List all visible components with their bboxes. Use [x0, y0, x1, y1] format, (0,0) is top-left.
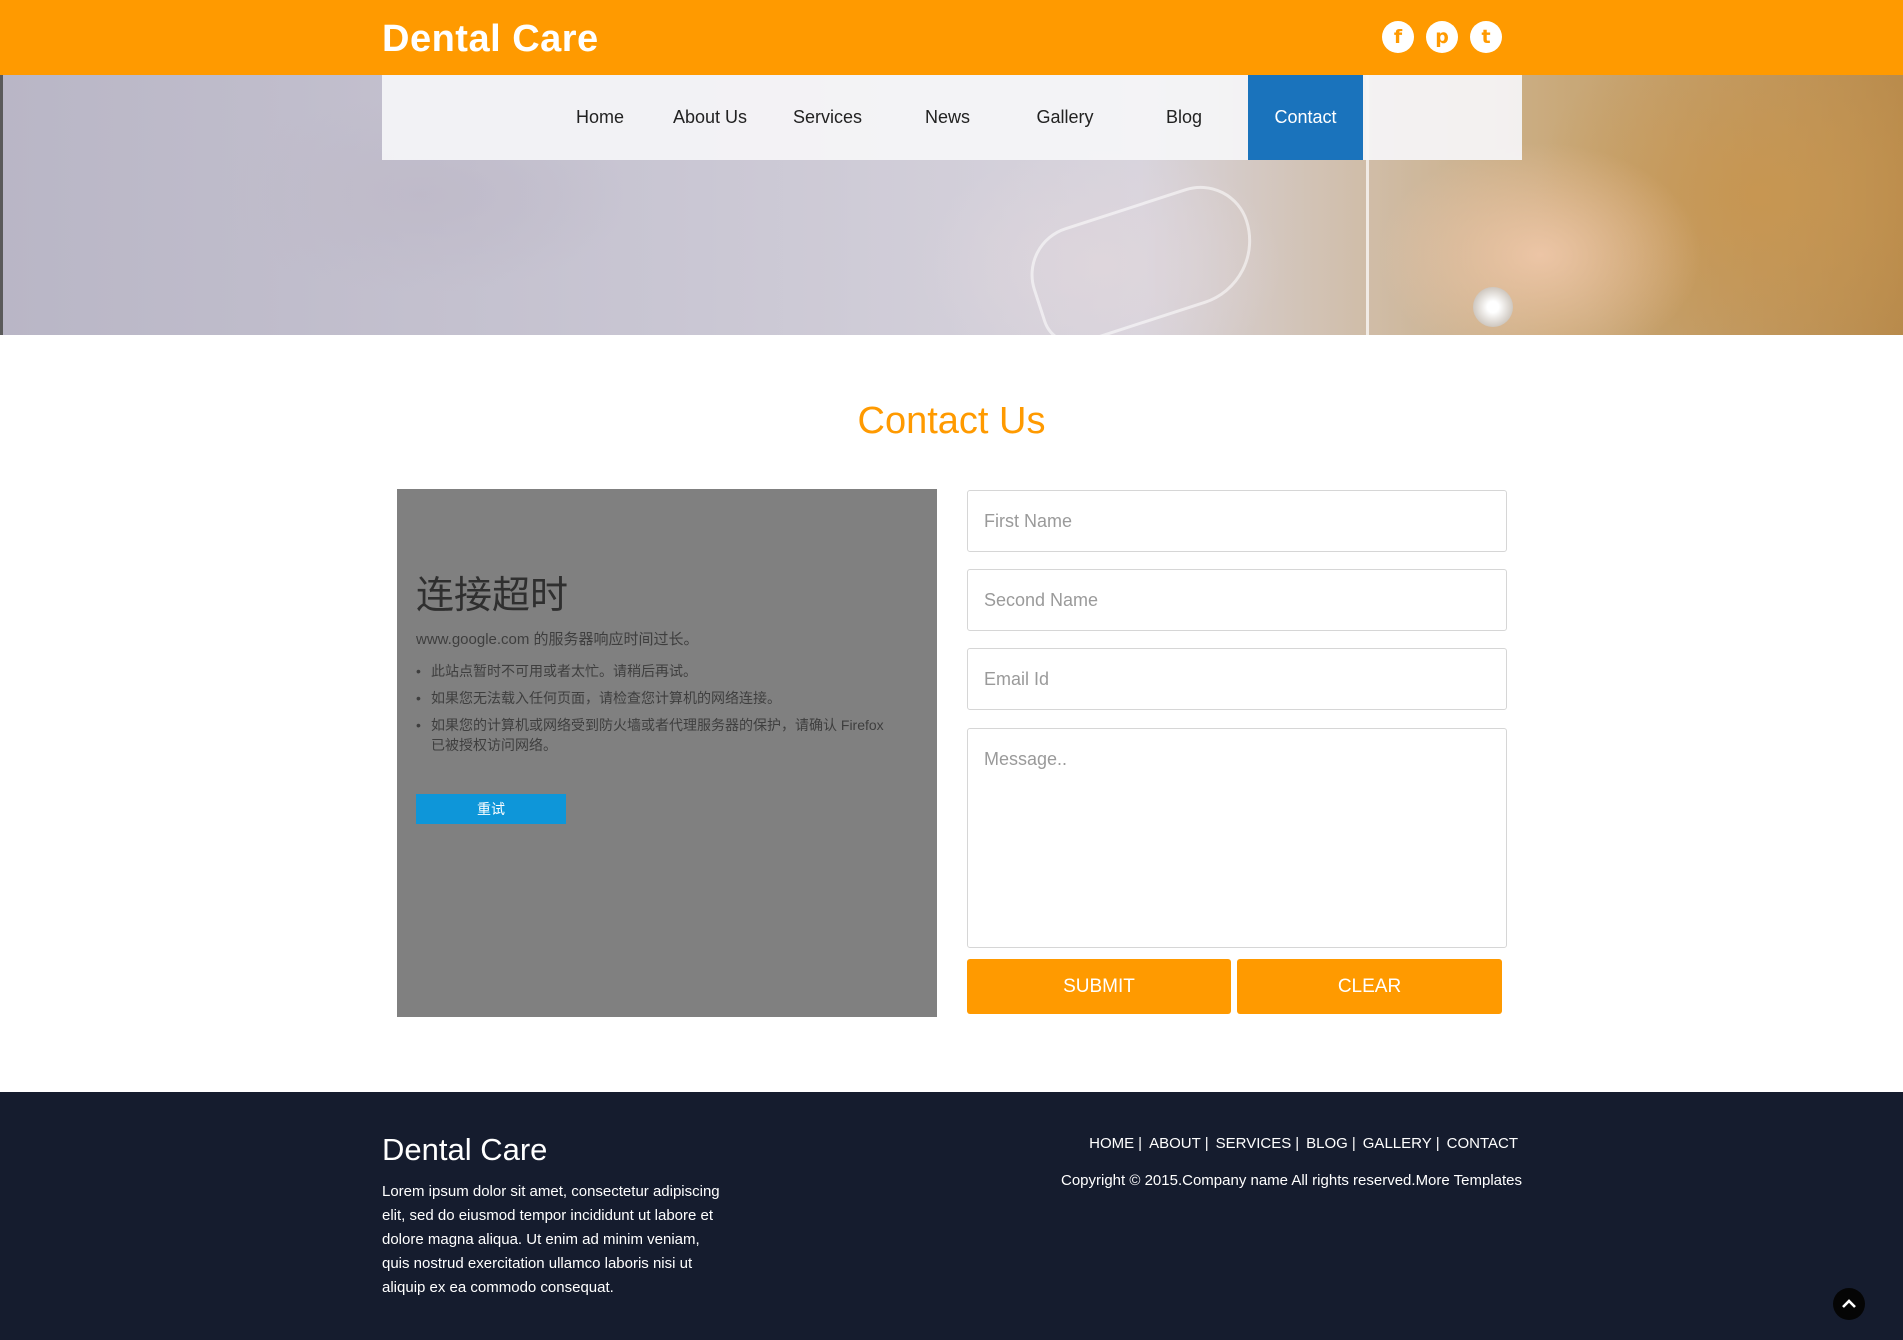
- submit-button[interactable]: SUBMIT: [967, 959, 1231, 1014]
- arrow-up-icon: [1842, 1299, 1856, 1308]
- main-nav: Home About Us Services News Gallery Blog…: [382, 75, 1522, 160]
- site-logo[interactable]: Dental Care: [382, 18, 599, 61]
- nav-blog[interactable]: Blog: [1120, 75, 1248, 160]
- arrow-up-icon[interactable]: [1833, 1288, 1865, 1320]
- list-item: 此站点暂时不可用或者太忙。请稍后再试。: [416, 661, 896, 681]
- first-name-field[interactable]: [967, 490, 1507, 552]
- nav-contact[interactable]: Contact: [1248, 75, 1363, 160]
- twitter-icon[interactable]: t: [1470, 21, 1502, 53]
- more-templates-link[interactable]: More Templates: [1416, 1172, 1522, 1189]
- facebook-icon[interactable]: f: [1382, 21, 1414, 53]
- list-item: 如果您的计算机或网络受到防火墙或者代理服务器的保护，请确认 Firefox 已被…: [416, 715, 896, 755]
- footer-link-services[interactable]: SERVICES: [1216, 1135, 1292, 1152]
- top-header: [0, 0, 1903, 75]
- map-frame: 连接超时 www.google.com 的服务器响应时间过长。 此站点暂时不可用…: [397, 489, 937, 1017]
- hero-decoration: [1473, 287, 1513, 327]
- footer-link-about[interactable]: ABOUT: [1149, 1135, 1201, 1152]
- list-item: 如果您无法载入任何页面，请检查您计算机的网络连接。: [416, 688, 896, 708]
- separator: |: [1138, 1135, 1143, 1152]
- nav-news[interactable]: News: [885, 75, 1010, 160]
- separator: |: [1204, 1135, 1209, 1152]
- nav-home[interactable]: Home: [550, 75, 650, 160]
- error-list: 此站点暂时不可用或者太忙。请稍后再试。 如果您无法载入任何页面，请检查您计算机的…: [416, 661, 896, 762]
- pinterest-icon[interactable]: p: [1426, 21, 1458, 53]
- retry-button[interactable]: 重试: [416, 794, 566, 824]
- copyright-text: Copyright © 2015.Company name All rights…: [1061, 1172, 1416, 1189]
- page-title: Contact Us: [857, 400, 1046, 442]
- email-field[interactable]: [967, 648, 1507, 710]
- hero-edge: [0, 75, 3, 335]
- message-field[interactable]: [967, 728, 1507, 948]
- footer-brand: Dental Care: [382, 1132, 548, 1167]
- nav-about-us[interactable]: About Us: [650, 75, 770, 160]
- clear-button[interactable]: CLEAR: [1237, 959, 1502, 1014]
- separator: |: [1351, 1135, 1356, 1152]
- footer: Dental Care Lorem ipsum dolor sit amet, …: [0, 1092, 1903, 1340]
- separator: |: [1295, 1135, 1300, 1152]
- second-name-field[interactable]: [967, 569, 1507, 631]
- copyright: Copyright © 2015.Company name All rights…: [1061, 1172, 1522, 1189]
- error-title: 连接超时: [416, 575, 569, 617]
- separator: |: [1435, 1135, 1440, 1152]
- nav-services[interactable]: Services: [770, 75, 885, 160]
- nav-gallery[interactable]: Gallery: [1010, 75, 1120, 160]
- footer-nav: HOME | ABOUT | SERVICES | BLOG | GALLERY | CONTACT: [1089, 1135, 1518, 1152]
- footer-description: Lorem ipsum dolor sit amet, consectetur …: [382, 1183, 720, 1296]
- footer-link-contact[interactable]: CONTACT: [1447, 1135, 1518, 1152]
- footer-link-blog[interactable]: BLOG: [1306, 1135, 1348, 1152]
- error-description: www.google.com 的服务器响应时间过长。: [416, 631, 699, 648]
- footer-link-home[interactable]: HOME: [1089, 1135, 1134, 1152]
- footer-link-gallery[interactable]: GALLERY: [1363, 1135, 1432, 1152]
